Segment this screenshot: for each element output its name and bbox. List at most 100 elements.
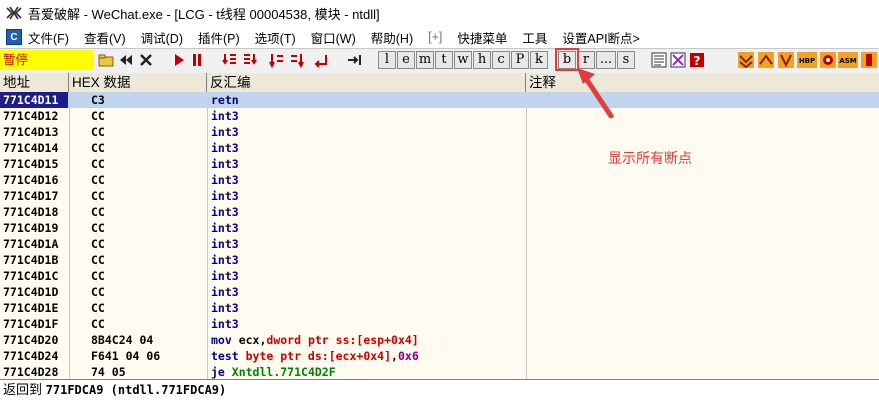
- menu-shortcuts[interactable]: 快捷菜单: [457, 28, 507, 47]
- system-menu-icon[interactable]: C: [6, 29, 22, 45]
- menu-file[interactable]: 文件(F): [28, 28, 69, 47]
- row-address: 771C4D1D: [3, 285, 59, 299]
- row-address: 771C4D14: [3, 141, 59, 155]
- goto-icon[interactable]: [346, 51, 364, 69]
- disasm-row[interactable]: 771C4D1F CC int3: [0, 316, 879, 332]
- row-hex: CC: [91, 269, 105, 283]
- svg-text:ASM: ASM: [839, 57, 856, 65]
- plugin-2-icon[interactable]: [757, 51, 775, 69]
- disasm-row[interactable]: 771C4D13 CC int3: [0, 124, 879, 140]
- trace-over-icon[interactable]: [288, 51, 306, 69]
- info-value: 771FDCA9 (ntdll.771FDCA9): [45, 383, 227, 397]
- instruction-part: Xntdll.771C4D2F: [231, 365, 336, 379]
- toolbar-threads-button[interactable]: t: [435, 51, 453, 69]
- execute-till-return-icon[interactable]: [313, 51, 331, 69]
- svg-text:HBP: HBP: [799, 57, 815, 65]
- disasm-row[interactable]: 771C4D1C CC int3: [0, 268, 879, 284]
- row-instruction: int3: [211, 109, 239, 123]
- row-hex: CC: [91, 109, 105, 123]
- row-address: 771C4D13: [3, 125, 59, 139]
- row-address: 771C4D1A: [3, 237, 59, 251]
- row-address: 771C4D28: [3, 365, 59, 379]
- row-address: 771C4D15: [3, 157, 59, 171]
- plugin-target-icon[interactable]: [819, 51, 837, 69]
- disasm-row[interactable]: 771C4D17 CC int3: [0, 188, 879, 204]
- asm-plugin-icon[interactable]: ASM: [838, 51, 858, 69]
- restart-icon[interactable]: [117, 51, 135, 69]
- open-icon[interactable]: [97, 51, 115, 69]
- disasm-row[interactable]: 771C4D19 CC int3: [0, 220, 879, 236]
- toolbar-windows-button[interactable]: w: [454, 51, 472, 69]
- trace-into-icon[interactable]: [268, 51, 286, 69]
- appearance-icon[interactable]: [669, 51, 687, 69]
- info-label: 返回到: [3, 382, 43, 397]
- disasm-row[interactable]: 771C4D28 74 05 je Xntdll.771C4D2F: [0, 364, 879, 379]
- row-instruction: int3: [211, 301, 239, 315]
- menu-plugins[interactable]: 插件(P): [198, 28, 240, 47]
- row-instruction: int3: [211, 285, 239, 299]
- row-address: 771C4D19: [3, 221, 59, 235]
- toolbar-handles-button[interactable]: h: [473, 51, 491, 69]
- menu-plus[interactable]: [+]: [428, 30, 442, 44]
- row-instruction: retn: [211, 93, 239, 107]
- column-disasm[interactable]: 反汇编: [207, 73, 526, 92]
- toolbar-memory-map-button[interactable]: m: [416, 51, 434, 69]
- disasm-row[interactable]: 771C4D1A CC int3: [0, 236, 879, 252]
- menu-debug[interactable]: 调试(D): [141, 28, 183, 47]
- row-hex: CC: [91, 285, 105, 299]
- menu-options[interactable]: 选项(T): [255, 28, 296, 47]
- column-hex[interactable]: HEX 数据: [69, 73, 207, 92]
- column-address[interactable]: 地址: [0, 73, 69, 92]
- disasm-row[interactable]: 771C4D12 CC int3: [0, 108, 879, 124]
- menu-bar: C 文件(F) 查看(V) 调试(D) 插件(P) 选项(T) 窗口(W) 帮助…: [0, 26, 879, 48]
- settings-list-icon[interactable]: [650, 51, 668, 69]
- menu-set-api-breakpoint[interactable]: 设置API断点>: [562, 28, 639, 47]
- menu-window[interactable]: 窗口(W): [311, 28, 356, 47]
- pause-icon[interactable]: [188, 51, 206, 69]
- menu-help[interactable]: 帮助(H): [371, 28, 413, 47]
- disasm-row[interactable]: 771C4D14 CC int3: [0, 140, 879, 156]
- disassembly-pane[interactable]: 771C4D11 C3 retn 771C4D12 CC int3 771C4D13 CC in…: [0, 92, 879, 379]
- status-paused: 暂停: [0, 50, 94, 70]
- row-address: 771C4D1C: [3, 269, 59, 283]
- toolbar-executable-modules-button[interactable]: e: [397, 51, 415, 69]
- plugin-3-icon[interactable]: [777, 51, 795, 69]
- disasm-row[interactable]: 771C4D15 CC int3: [0, 156, 879, 172]
- disasm-row[interactable]: 771C4D24 F641 04 06 test byte ptr ds:[ecx+…: [0, 348, 879, 364]
- row-hex: CC: [91, 157, 105, 171]
- row-hex: CC: [91, 301, 105, 315]
- row-hex: 74 05: [91, 365, 126, 379]
- disasm-row[interactable]: 771C4D1D CC int3: [0, 284, 879, 300]
- hardware-breakpoint-icon[interactable]: HBP: [797, 51, 817, 69]
- help-icon[interactable]: ?: [688, 51, 706, 69]
- row-instruction: int3: [211, 205, 239, 219]
- toolbar-log-button[interactable]: l: [378, 51, 396, 69]
- disasm-row[interactable]: 771C4D1B CC int3: [0, 252, 879, 268]
- row-address: 771C4D12: [3, 109, 59, 123]
- row-instruction: int3: [211, 189, 239, 203]
- row-hex: CC: [91, 253, 105, 267]
- disasm-row[interactable]: 771C4D16 CC int3: [0, 172, 879, 188]
- step-over-icon[interactable]: [241, 51, 259, 69]
- row-instruction: int3: [211, 173, 239, 187]
- row-hex: CC: [91, 317, 105, 331]
- instruction-part: je: [211, 365, 232, 379]
- step-into-icon[interactable]: [221, 51, 239, 69]
- toolbar-patches-button[interactable]: P: [511, 51, 529, 69]
- plugin-1-icon[interactable]: [737, 51, 755, 69]
- disasm-row[interactable]: 771C4D11 C3 retn: [0, 92, 879, 108]
- instruction-part: ,: [391, 349, 398, 363]
- disasm-row[interactable]: 771C4D1E CC int3: [0, 300, 879, 316]
- close-icon[interactable]: [137, 51, 155, 69]
- toolbar-call-stack-button[interactable]: k: [530, 51, 548, 69]
- menu-view[interactable]: 查看(V): [84, 28, 126, 47]
- row-address: 771C4D11: [0, 92, 68, 108]
- row-hex: CC: [91, 141, 105, 155]
- row-hex: 8B4C24 04: [91, 333, 154, 347]
- menu-tools[interactable]: 工具: [522, 28, 547, 47]
- toolbar-cpu-button[interactable]: c: [492, 51, 510, 69]
- plugin-end-icon[interactable]: [860, 51, 878, 69]
- run-icon[interactable]: [170, 51, 188, 69]
- disasm-row[interactable]: 771C4D20 8B4C24 04 mov ecx,dword ptr ss:[e…: [0, 332, 879, 348]
- disasm-row[interactable]: 771C4D18 CC int3: [0, 204, 879, 220]
